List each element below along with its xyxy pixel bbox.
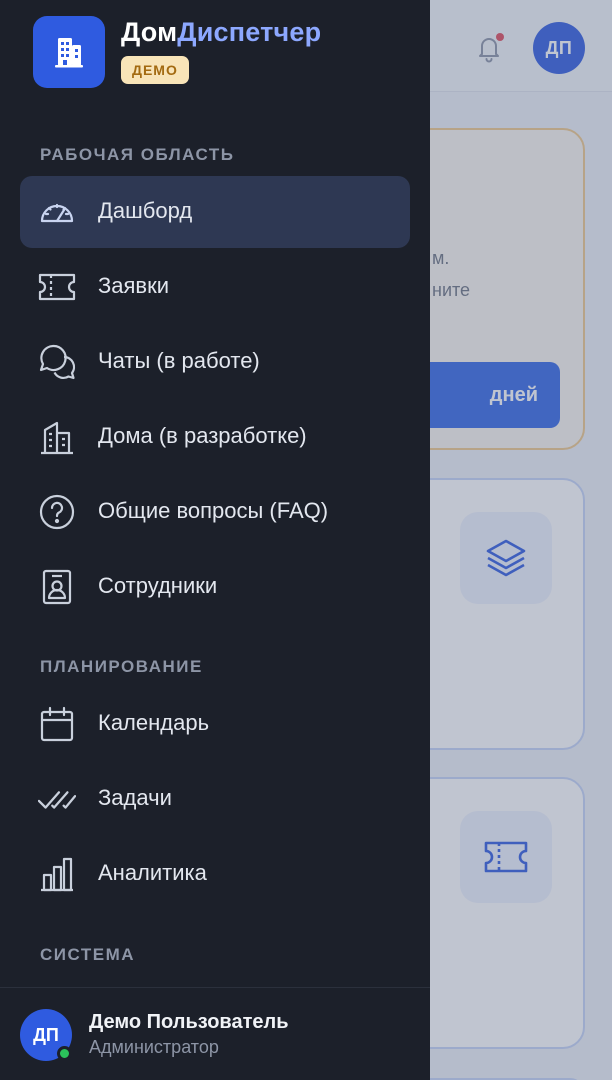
nav-item-chats[interactable]: Чаты (в работе): [20, 326, 410, 398]
section-label-workspace: РАБОЧАЯ ОБЛАСТЬ: [40, 145, 235, 164]
nav-label: Задачи: [98, 785, 172, 810]
nav-label: Сотрудники: [98, 573, 218, 598]
nav-item-staff[interactable]: Сотрудники: [20, 551, 410, 623]
calendar-icon: [38, 705, 76, 743]
nav-item-faq[interactable]: Общие вопросы (FAQ): [20, 476, 410, 548]
nav-label: Календарь: [98, 710, 210, 735]
buildings-icon: [38, 418, 76, 456]
double-check-icon: [38, 780, 76, 818]
gauge-icon: [38, 193, 76, 231]
nav-label: Общие вопросы (FAQ): [98, 498, 329, 523]
badge-icon: [38, 568, 76, 606]
section-label-planning: ПЛАНИРОВАНИЕ: [40, 657, 203, 676]
nav-label: Заявки: [98, 273, 170, 298]
nav-label: Чаты (в работе): [98, 348, 260, 373]
nav-item-calendar[interactable]: Календарь: [20, 688, 410, 760]
nav-item-tasks[interactable]: Задачи: [20, 763, 410, 835]
nav-item-dashboard[interactable]: Дашборд: [20, 176, 410, 248]
app-logo[interactable]: [33, 16, 105, 88]
section-label-system: СИСТЕМА: [40, 945, 136, 964]
ticket-icon: [38, 268, 76, 306]
user-role: Администратор: [89, 1037, 219, 1057]
bar-chart-icon: [38, 855, 76, 893]
user-name[interactable]: Демо Пользователь: [89, 1011, 288, 1034]
nav-label: Аналитика: [98, 860, 207, 885]
app-title: ДомДиспетчер: [121, 17, 322, 47]
demo-badge: ДЕМО: [121, 56, 189, 84]
navigation-drawer: ДомДиспетчер ДЕМО РАБОЧАЯ ОБЛАСТЬ Дашбор…: [0, 0, 430, 1080]
footer-divider: [0, 987, 430, 988]
nav-label: Дашборд: [98, 198, 193, 223]
nav-item-analytics[interactable]: Аналитика: [20, 838, 410, 910]
nav-item-requests[interactable]: Заявки: [20, 251, 410, 323]
nav-item-houses[interactable]: Дома (в разработке): [20, 401, 410, 473]
online-status-dot: [57, 1046, 72, 1061]
chat-icon: [38, 343, 76, 381]
building-logo-icon: [55, 38, 83, 68]
nav-label: Дома (в разработке): [98, 423, 307, 448]
question-icon: [38, 493, 76, 531]
